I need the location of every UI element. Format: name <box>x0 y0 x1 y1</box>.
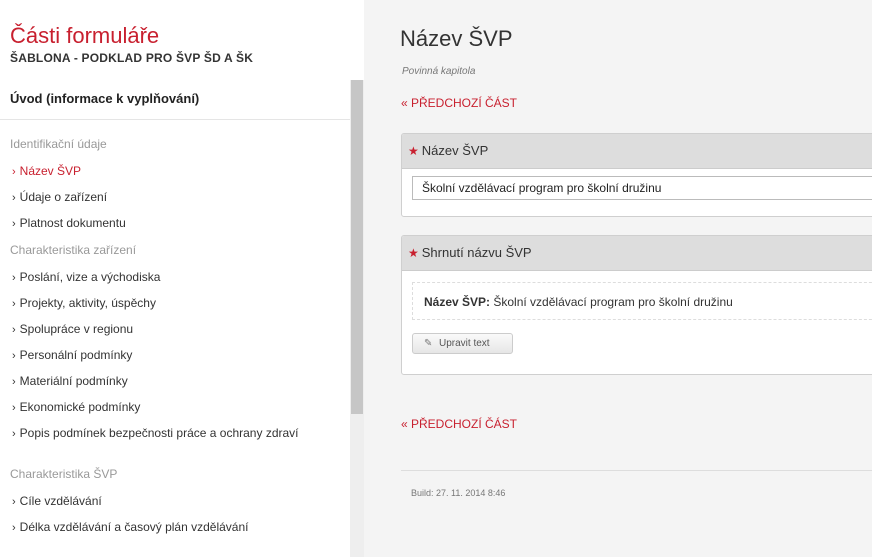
sidebar-item-intro[interactable]: Úvod (informace k vyplňování) <box>0 80 350 120</box>
chevron-right-icon: › <box>12 496 16 508</box>
sidebar-item[interactable]: › Popis podmínek bezpečnosti práce a ochr… <box>0 420 350 460</box>
svp-name-field[interactable]: Školní vzdělávací program pro školní dru… <box>412 176 872 200</box>
chevron-right-icon: › <box>12 350 16 362</box>
panel-header: ★ Shrnutí názvu ŠVP <box>402 236 872 271</box>
chevron-right-icon: › <box>12 402 16 414</box>
chevron-right-icon: › <box>12 428 16 440</box>
sidebar-item[interactable]: › Poslání, vize a východiska <box>0 264 350 290</box>
scrollbar-thumb[interactable] <box>351 80 363 414</box>
build-info: Build: 27. 11. 2014 8:46 <box>411 488 506 498</box>
sidebar-section-heading: Charakteristika ŠVP <box>10 467 118 481</box>
sidebar-item[interactable]: › Projekty, aktivity, úspěchy <box>0 290 350 316</box>
sidebar-item[interactable]: › Platnost dokumentu <box>0 210 350 236</box>
chevron-right-icon: › <box>12 218 16 230</box>
sidebar-item-label: Spolupráce v regionu <box>19 322 134 336</box>
chevron-right-icon: › <box>12 376 16 388</box>
summary-key: Název ŠVP: <box>424 295 491 309</box>
divider <box>401 470 872 471</box>
sidebar-item[interactable]: › Materiální podmínky <box>0 368 350 394</box>
sidebar-item-label: Cíle vzdělávání <box>19 494 102 508</box>
sidebar-item[interactable]: › Název ŠVP <box>0 158 350 184</box>
page-title: Název ŠVP <box>400 26 513 51</box>
page-subtitle: Povinná kapitola <box>402 66 476 77</box>
sidebar-subtitle: ŠABLONA - PODKLAD PRO ŠVP ŠD A ŠK <box>10 51 254 65</box>
chevron-right-icon: › <box>12 522 16 534</box>
sidebar-item[interactable]: › Personální podmínky <box>0 342 350 368</box>
sidebar-title: Části formuláře <box>10 23 160 48</box>
sidebar-item-label: Personální podmínky <box>19 348 133 362</box>
panel-label: Shrnutí názvu ŠVP <box>421 245 532 260</box>
panel-label: Název ŠVP <box>421 143 489 158</box>
asterisk-icon: ★ <box>408 144 419 158</box>
sidebar-item[interactable]: › Délka vzdělávání a časový plán vzdělává… <box>0 514 350 540</box>
sidebar-section-heading: Charakteristika zařízení <box>10 243 137 257</box>
sidebar-item-label: Projekty, aktivity, úspěchy <box>19 296 156 310</box>
sidebar-item-label: Materiální podmínky <box>19 374 128 388</box>
previous-part-link-top[interactable]: « PŘEDCHOZÍ ČÁST <box>401 96 517 110</box>
summary-value: Školní vzdělávací program pro školní dru… <box>493 295 733 309</box>
sidebar-item-label: Popis podmínek bezpečnosti práce a ochra… <box>19 426 299 440</box>
previous-part-link-bottom[interactable]: « PŘEDCHOZÍ ČÁST <box>401 417 517 431</box>
summary-preview: Název ŠVP: Školní vzdělávací program pro… <box>412 282 872 320</box>
sidebar-item-label: Název ŠVP <box>19 164 82 178</box>
sidebar-item-label: Poslání, vize a východiska <box>19 270 161 284</box>
panel-svp-summary: ★ Shrnutí názvu ŠVP Název ŠVP: Školní vzd… <box>401 235 872 375</box>
chevron-right-icon: › <box>12 272 16 284</box>
chevron-right-icon: › <box>12 192 16 204</box>
pencil-icon: ✎ <box>424 338 433 349</box>
sidebar-item[interactable]: › Údaje o zařízení <box>0 184 350 210</box>
sidebar-item-label: Platnost dokumentu <box>19 216 126 230</box>
sidebar-section-heading: Identifikační údaje <box>10 137 107 151</box>
main-content: Název ŠVP Povinná kapitola « PŘEDCHOZÍ Č… <box>364 0 872 557</box>
sidebar-item-label: Délka vzdělávání a časový plán vzděláván… <box>19 520 249 534</box>
edit-text-label: Upravit text <box>439 338 490 349</box>
chevron-right-icon: › <box>12 324 16 336</box>
sidebar-item-label: Ekonomické podmínky <box>19 400 141 414</box>
sidebar-item[interactable]: › Spolupráce v regionu <box>0 316 350 342</box>
panel-svp-name: ★ Název ŠVP Školní vzdělávací program pro… <box>401 133 872 217</box>
sidebar-item[interactable]: › Cíle vzdělávání <box>0 488 350 514</box>
chevron-right-icon: › <box>12 166 16 178</box>
sidebar-item-label: Údaje o zařízení <box>19 190 108 204</box>
panel-header: ★ Název ŠVP <box>402 134 872 169</box>
edit-text-button[interactable]: ✎ Upravit text <box>412 333 513 354</box>
sidebar-item[interactable]: › Ekonomické podmínky <box>0 394 350 420</box>
sidebar-header: Části formuláře ŠABLONA - PODKLAD PRO ŠV… <box>0 0 364 66</box>
sidebar: Části formuláře ŠABLONA - PODKLAD PRO ŠV… <box>0 0 364 557</box>
chevron-right-icon: › <box>12 298 16 310</box>
asterisk-icon: ★ <box>408 246 419 260</box>
sidebar-nav: Identifikační údaje › Název ŠVP › Údaje o za… <box>0 130 350 540</box>
